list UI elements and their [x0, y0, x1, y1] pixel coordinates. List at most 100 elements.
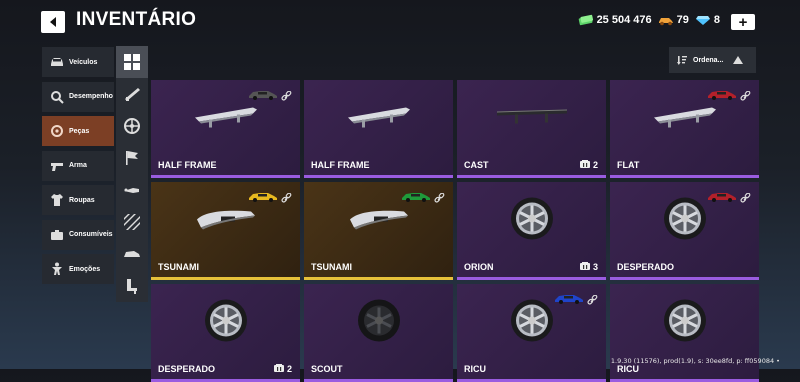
rarity-bar: [151, 277, 300, 280]
spoiler-image: [346, 104, 412, 135]
build-info: 1.9.30 (11576), prod(1.9), s: 30ee8fd, p…: [610, 357, 780, 365]
mirror-image: [195, 208, 257, 235]
link-icon: [434, 191, 445, 203]
item-card[interactable]: TSUNAMI: [151, 182, 300, 280]
wheel-image: [663, 299, 707, 348]
inventory-grid: HALF FRAME HALF FRAME CAST 2 FLAT TSUNAMI TSUN…: [151, 80, 759, 382]
item-quantity: 2: [579, 160, 598, 170]
item-card[interactable]: HALF FRAME: [304, 80, 453, 178]
consumables-icon: [51, 229, 63, 240]
wheel-image: [357, 299, 401, 348]
parts-icon: [51, 125, 63, 137]
gold-balance: 79: [658, 14, 689, 26]
item-name: TSUNAMI: [158, 262, 199, 272]
link-icon: [740, 191, 751, 203]
part-type-tabs: [116, 46, 148, 302]
equipped-car-icon: [401, 189, 431, 202]
emote-icon: [52, 262, 62, 275]
rarity-bar: [457, 277, 606, 280]
currency-bar: 25 504 476 79 8: [578, 14, 720, 26]
sort-icon: [677, 56, 687, 65]
tab-flags[interactable]: [116, 142, 148, 174]
item-name: RICU: [617, 364, 639, 374]
link-icon: [740, 89, 751, 101]
gun-icon: [51, 162, 63, 171]
item-quantity: 2: [273, 364, 292, 374]
spoiler-image: [652, 104, 718, 135]
spoiler-image: [495, 106, 569, 133]
car-icon: [51, 58, 63, 66]
rarity-bar: [304, 175, 453, 178]
rarity-bar: [457, 175, 606, 178]
item-card[interactable]: FLAT: [610, 80, 759, 178]
seat-icon: [127, 279, 137, 294]
quantity-icon: [579, 262, 590, 272]
gold-value: 79: [676, 14, 689, 26]
gold-car-icon: [658, 18, 673, 26]
performance-icon: [51, 90, 64, 104]
grid-icon: [124, 54, 140, 70]
wheel-image: [510, 299, 554, 348]
rarity-bar: [304, 277, 453, 280]
tab-body-kits[interactable]: [116, 238, 148, 270]
item-card[interactable]: DESPERADO 2: [151, 284, 300, 382]
item-card[interactable]: ORION 3: [457, 182, 606, 280]
sort-dropdown[interactable]: Ordena...: [669, 47, 756, 73]
wheel-image: [510, 197, 554, 246]
item-name: HALF FRAME: [311, 160, 370, 170]
back-arrow-icon: [50, 17, 56, 27]
item-card[interactable]: CAST 2: [457, 80, 606, 178]
quantity-icon: [273, 364, 284, 374]
item-quantity: 3: [579, 262, 598, 272]
menu-item-performance[interactable]: Desempenho: [42, 81, 114, 112]
menu-item-weapon[interactable]: Arma: [42, 150, 114, 181]
back-button[interactable]: [41, 11, 65, 33]
item-card[interactable]: RICU: [457, 284, 606, 382]
wheel-icon: [124, 118, 140, 134]
add-currency-button[interactable]: +: [731, 14, 755, 30]
item-name: TSUNAMI: [311, 262, 352, 272]
item-card[interactable]: TSUNAMI: [304, 182, 453, 280]
item-name: HALF FRAME: [158, 160, 217, 170]
cash-icon: [578, 14, 593, 26]
cash-balance: 25 504 476: [578, 14, 652, 26]
tab-spoilers[interactable]: [116, 78, 148, 110]
wheel-image: [204, 299, 248, 348]
shirt-icon: [51, 194, 63, 206]
diamond-balance: 8: [695, 14, 720, 26]
link-icon: [281, 89, 292, 101]
menu-item-consumables[interactable]: Consumíveis: [42, 219, 114, 250]
diamond-value: 8: [713, 14, 720, 26]
item-name: ORION: [464, 262, 494, 272]
tab-wheels[interactable]: [116, 110, 148, 142]
item-name: CAST: [464, 160, 489, 170]
item-name: SCOUT: [311, 364, 343, 374]
equipped-car-icon: [248, 87, 278, 100]
spoiler-icon: [125, 88, 140, 101]
item-card[interactable]: HALF FRAME: [151, 80, 300, 178]
sort-direction-icon: [733, 56, 744, 64]
menu-item-emotes[interactable]: Emoções: [42, 254, 114, 284]
item-card[interactable]: SCOUT: [304, 284, 453, 382]
rarity-bar: [610, 175, 759, 178]
item-card[interactable]: DESPERADO: [610, 182, 759, 280]
exhaust-icon: [124, 188, 139, 193]
cash-value: 25 504 476: [596, 14, 652, 26]
menu-item-parts[interactable]: Peças: [42, 116, 114, 146]
spoiler-image: [193, 104, 259, 135]
tab-seats[interactable]: [116, 270, 148, 302]
equipped-car-icon: [707, 87, 737, 100]
sort-label: Ordena...: [693, 56, 724, 64]
wheel-image: [663, 197, 707, 246]
item-card[interactable]: RICU: [610, 284, 759, 382]
equipped-car-icon: [707, 189, 737, 202]
menu-item-vehicles[interactable]: Veículos: [42, 47, 114, 77]
tab-all[interactable]: [116, 46, 148, 78]
link-icon: [281, 191, 292, 203]
menu-item-clothes[interactable]: Roupas: [42, 185, 114, 215]
item-name: DESPERADO: [158, 364, 216, 374]
page-title: INVENTÁRIO: [76, 9, 197, 30]
tab-stripes[interactable]: [116, 206, 148, 238]
tab-exhaust[interactable]: [116, 174, 148, 206]
rarity-bar: [610, 277, 759, 280]
